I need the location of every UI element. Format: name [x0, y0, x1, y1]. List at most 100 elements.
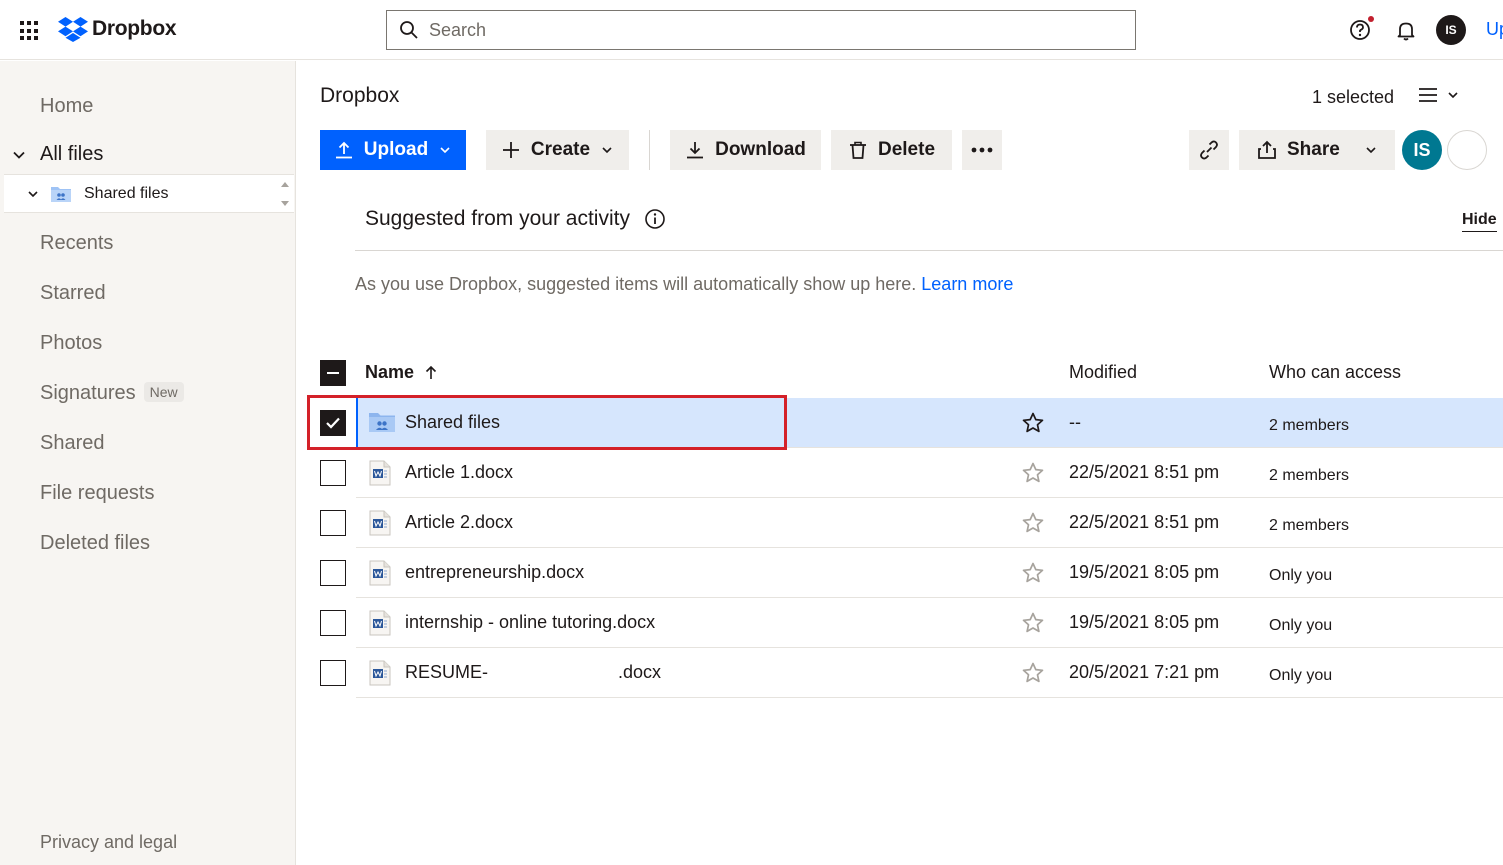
- account-avatar[interactable]: IS: [1436, 15, 1466, 45]
- toolbar-divider: [649, 130, 650, 170]
- sidebar-item-file-requests[interactable]: File requests: [40, 482, 155, 505]
- scrollbar-arrows[interactable]: [280, 179, 290, 209]
- sidebar-item-starred[interactable]: Starred: [40, 282, 106, 305]
- sidebar-item-recents[interactable]: Recents: [40, 232, 113, 255]
- star-icon[interactable]: [1021, 411, 1045, 440]
- logo-text: Dropbox: [92, 17, 177, 40]
- share-button[interactable]: Share: [1239, 130, 1395, 170]
- star-icon[interactable]: [1021, 511, 1045, 540]
- column-header-access[interactable]: Who can access: [1269, 362, 1401, 383]
- row-checkbox[interactable]: [320, 610, 346, 636]
- file-access[interactable]: 2 members: [1269, 467, 1349, 485]
- top-bar: Dropbox IS Upgrade: [0, 0, 1503, 60]
- info-icon[interactable]: [644, 208, 666, 230]
- sidebar: Home All files Shared files Recents Star…: [0, 61, 296, 865]
- dropbox-logo[interactable]: Dropbox: [58, 16, 177, 42]
- file-name[interactable]: entrepreneurship.docx: [405, 562, 584, 583]
- chevron-down-icon: [13, 151, 25, 159]
- row-checkbox[interactable]: [320, 560, 346, 586]
- list-view-icon: [1419, 88, 1437, 102]
- column-header-modified[interactable]: Modified: [1069, 362, 1137, 383]
- trash-icon: [849, 141, 866, 159]
- star-icon[interactable]: [1021, 561, 1045, 590]
- suggested-section-title: Suggested from your activity: [365, 207, 666, 231]
- file-name[interactable]: internship - online tutoring.docx: [405, 612, 655, 633]
- suggested-description-text: As you use Dropbox, suggested items will…: [355, 274, 922, 294]
- privacy-link[interactable]: Privacy and legal: [40, 832, 177, 853]
- sidebar-item-photos[interactable]: Photos: [40, 332, 102, 355]
- file-modified: 20/5/2021 7:21 pm: [1069, 662, 1220, 682]
- file-modified: 19/5/2021 8:05 pm: [1069, 612, 1220, 632]
- hide-suggestions-button[interactable]: Hide: [1462, 211, 1497, 232]
- download-button[interactable]: Download: [670, 130, 821, 170]
- star-icon[interactable]: [1021, 611, 1045, 640]
- upgrade-link[interactable]: Upgrade: [1486, 19, 1503, 40]
- copy-link-button[interactable]: [1189, 130, 1229, 170]
- help-button[interactable]: [1348, 16, 1374, 44]
- all-files-label: All files: [40, 143, 104, 165]
- file-access[interactable]: 2 members: [1269, 417, 1349, 435]
- file-access[interactable]: Only you: [1269, 617, 1332, 635]
- star-icon[interactable]: [1021, 661, 1045, 690]
- file-name[interactable]: Article 1.docx: [405, 462, 513, 483]
- selected-count: 1 selected: [1312, 87, 1395, 107]
- breadcrumb[interactable]: Dropbox: [320, 84, 399, 108]
- sidebar-item-all-files[interactable]: All files: [10, 143, 103, 166]
- file-access[interactable]: Only you: [1269, 667, 1332, 685]
- row-checkbox[interactable]: [320, 510, 346, 536]
- file-name[interactable]: Article 2.docx: [405, 512, 513, 533]
- select-all-checkbox[interactable]: [320, 360, 346, 386]
- more-actions-button[interactable]: [962, 130, 1002, 170]
- upload-button[interactable]: Upload: [320, 130, 466, 170]
- word-document-icon: [368, 510, 392, 541]
- sidebar-item-shared[interactable]: Shared: [40, 432, 105, 455]
- chevron-down-icon: [1366, 147, 1376, 154]
- upload-label: Upload: [363, 139, 429, 160]
- sidebar-item-home[interactable]: Home: [40, 95, 93, 118]
- word-document-icon: [368, 660, 392, 691]
- suggested-title-text: Suggested from your activity: [365, 207, 630, 230]
- delete-label: Delete: [877, 139, 936, 160]
- share-icon: [1258, 140, 1276, 159]
- signatures-label: Signatures: [40, 382, 136, 404]
- chevron-down-icon: [440, 147, 450, 154]
- word-document-icon: [368, 460, 392, 491]
- sidebar-item-signatures[interactable]: Signatures New: [40, 382, 184, 405]
- row-checkbox[interactable]: [320, 660, 346, 686]
- file-name[interactable]: RESUME- .docx: [405, 662, 661, 683]
- file-modified: 22/5/2021 8:51 pm: [1069, 512, 1220, 532]
- new-badge: New: [143, 382, 184, 402]
- divider: [355, 250, 1503, 251]
- tree-item-shared-files[interactable]: Shared files: [4, 174, 294, 213]
- sort-ascending-icon: [425, 365, 437, 379]
- file-access[interactable]: 2 members: [1269, 517, 1349, 535]
- column-header-name[interactable]: Name: [365, 362, 438, 383]
- app-grid-icon[interactable]: [20, 21, 40, 41]
- star-icon[interactable]: [1021, 461, 1045, 490]
- view-options-button[interactable]: [1418, 86, 1460, 104]
- chevron-down-icon: [28, 190, 38, 197]
- member-avatar[interactable]: IS: [1402, 130, 1442, 170]
- search-box[interactable]: [386, 10, 1136, 50]
- file-modified: 19/5/2021 8:05 pm: [1069, 562, 1220, 582]
- file-access[interactable]: Only you: [1269, 567, 1332, 585]
- suggested-description: As you use Dropbox, suggested items will…: [355, 274, 1013, 295]
- annotation-highlight: [307, 395, 787, 450]
- search-input[interactable]: [429, 19, 1109, 41]
- chevron-down-icon: [1448, 92, 1458, 99]
- help-icon: [1350, 20, 1370, 40]
- delete-button[interactable]: Delete: [831, 130, 952, 170]
- sidebar-item-deleted-files[interactable]: Deleted files: [40, 532, 150, 555]
- learn-more-link[interactable]: Learn more: [921, 274, 1013, 294]
- create-button[interactable]: Create: [486, 130, 629, 170]
- create-label: Create: [530, 139, 591, 160]
- shared-folder-icon: [51, 186, 71, 202]
- row-checkbox[interactable]: [320, 460, 346, 486]
- share-label: Share: [1287, 139, 1340, 160]
- name-header-label: Name: [365, 362, 415, 382]
- download-label: Download: [715, 139, 806, 160]
- file-modified: --: [1069, 412, 1081, 432]
- member-avatar-placeholder[interactable]: [1447, 130, 1487, 170]
- link-icon: [1200, 140, 1218, 160]
- notifications-button[interactable]: [1394, 18, 1418, 47]
